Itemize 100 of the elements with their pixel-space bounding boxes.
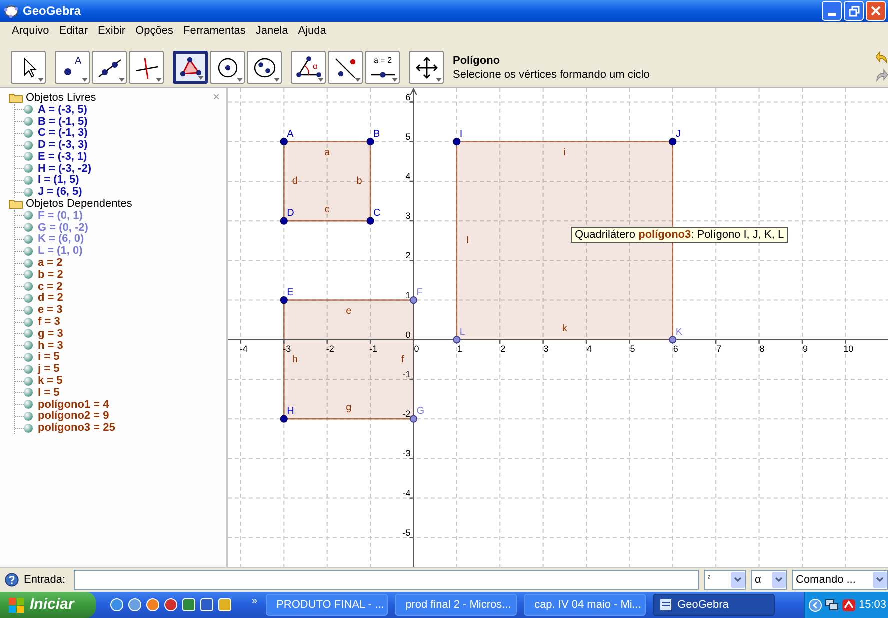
point-marker[interactable] (366, 217, 374, 225)
point-marker[interactable] (669, 336, 677, 344)
folder-label: Objetos Dependentes (26, 198, 132, 210)
object-entry[interactable]: F = (0, 1) (38, 210, 83, 222)
object-entry[interactable]: polígono1 = 4 (38, 398, 110, 411)
menu-item[interactable]: Janela (250, 22, 294, 40)
object-entry[interactable]: l = 5 (38, 386, 60, 399)
object-entry[interactable]: polígono3 = 25 (38, 422, 116, 434)
tooltip: Quadrilátero polígono3: Polígono I, J, K, L (571, 227, 788, 243)
tool-button[interactable]: A (55, 51, 90, 84)
chevron-left-icon[interactable] (809, 598, 822, 612)
launcher-icon[interactable] (218, 598, 232, 612)
object-entry[interactable]: h = 3 (38, 340, 64, 352)
launcher-icon[interactable] (128, 598, 142, 612)
object-entry[interactable]: b = 2 (38, 268, 64, 281)
tool-button[interactable] (409, 51, 444, 84)
point-marker[interactable] (280, 217, 288, 225)
overflow-chevron[interactable]: » (252, 592, 258, 609)
object-entry[interactable]: c = 2 (38, 280, 63, 293)
tool-button[interactable] (247, 51, 282, 84)
dropdown-triangle-icon (156, 78, 162, 82)
tick-label: -2 (326, 344, 334, 354)
tool-button[interactable] (129, 51, 164, 84)
tool-button[interactable]: a = 2 (365, 51, 400, 84)
task-button[interactable]: PRODUTO FINAL - ... (266, 594, 388, 616)
point-marker[interactable] (366, 138, 374, 146)
tool-button[interactable] (210, 51, 245, 84)
tool-button[interactable] (328, 51, 363, 84)
combo-box[interactable]: ² (704, 570, 746, 590)
object-entry[interactable]: K = (6, 0) (38, 233, 84, 246)
object-entry[interactable]: A = (-3, 5) (38, 104, 88, 116)
restore-button[interactable] (844, 1, 864, 21)
point-marker[interactable] (280, 138, 288, 146)
close-button[interactable] (866, 1, 886, 21)
tray-app-icon[interactable] (842, 598, 856, 612)
object-entry[interactable]: j = 5 (38, 363, 60, 376)
segment-label: h (292, 354, 298, 366)
object-entry[interactable]: polígono2 = 9 (38, 410, 110, 422)
point-marker[interactable] (410, 415, 418, 423)
object-entry[interactable]: g = 3 (38, 328, 64, 340)
object-entry[interactable]: i = 5 (38, 351, 60, 364)
redo-icon[interactable] (876, 69, 888, 83)
object-entry[interactable]: k = 5 (38, 375, 63, 388)
object-entry[interactable]: L = (1, 0) (38, 245, 83, 258)
point-marker[interactable] (453, 138, 461, 146)
point-marker[interactable] (669, 138, 677, 146)
object-entry[interactable]: C = (-1, 3) (38, 127, 88, 140)
point-marker[interactable] (280, 296, 288, 304)
object-entry[interactable]: a = 2 (38, 257, 63, 270)
object-entry[interactable]: e = 3 (38, 304, 63, 316)
launcher-icon[interactable] (146, 598, 160, 612)
tool-button[interactable] (11, 51, 46, 84)
dropdown-triangle-icon (318, 78, 324, 82)
launcher-icon[interactable] (110, 598, 124, 612)
point-marker[interactable] (453, 336, 461, 344)
point-icon (64, 68, 72, 76)
tick-label: 6 (673, 344, 678, 354)
object-entry[interactable]: B = (-1, 5) (38, 116, 88, 128)
task-button[interactable]: prod final 2 - Micros... (394, 594, 517, 616)
network-icon[interactable] (825, 598, 839, 612)
point-marker[interactable] (280, 415, 288, 423)
start-button[interactable]: Iniciar (0, 592, 96, 618)
tick-label: -2 (402, 409, 411, 420)
object-entry[interactable]: E = (-3, 1) (38, 150, 88, 163)
segment-label: d (292, 176, 298, 188)
help-icon[interactable] (5, 573, 19, 587)
launcher-icon[interactable] (182, 598, 196, 612)
tool-button[interactable] (92, 51, 127, 84)
object-entry[interactable]: J = (6, 5) (38, 186, 82, 198)
tick-label: -4 (240, 344, 248, 354)
menu-item[interactable]: Ferramentas (178, 22, 251, 40)
undo-icon[interactable] (876, 51, 888, 65)
menu-item[interactable]: Opções (130, 22, 178, 40)
folder-icon (9, 92, 23, 103)
minimize-button[interactable] (822, 1, 842, 21)
input-field[interactable] (74, 570, 699, 590)
object-entry[interactable]: d = 2 (38, 292, 64, 304)
combo-box[interactable]: Comando ... (792, 570, 888, 590)
task-button[interactable]: GeoGebra (652, 594, 775, 616)
point-marker[interactable] (410, 296, 418, 304)
flag-icon (9, 598, 25, 612)
menu-item[interactable]: Editar (54, 22, 94, 40)
object-entry[interactable]: G = (0, -2) (38, 222, 88, 234)
task-button[interactable]: cap. IV 04 maio - Mi... (524, 594, 646, 616)
object-entry[interactable]: f = 3 (38, 316, 60, 328)
launcher-icon[interactable] (164, 598, 178, 612)
menu-item[interactable]: Arquivo (7, 22, 54, 40)
tool-button[interactable] (173, 51, 208, 84)
object-entry[interactable]: D = (-3, 3) (38, 139, 88, 152)
object-entry[interactable]: H = (-3, -2) (38, 162, 92, 175)
combo-box[interactable]: α (751, 570, 787, 590)
tool-button[interactable]: α (291, 51, 326, 84)
tick-label: -1 (402, 369, 411, 380)
menu-item[interactable]: Exibir (93, 22, 131, 40)
object-entry[interactable]: I = (1, 5) (38, 174, 80, 186)
dropdown-triangle-icon (38, 78, 44, 82)
tool-help: Selecione os vértices formando um ciclo (453, 69, 650, 81)
menu-item[interactable]: Ajuda (293, 22, 332, 40)
launcher-icon[interactable] (200, 598, 214, 612)
tick-label: 5 (406, 132, 411, 142)
